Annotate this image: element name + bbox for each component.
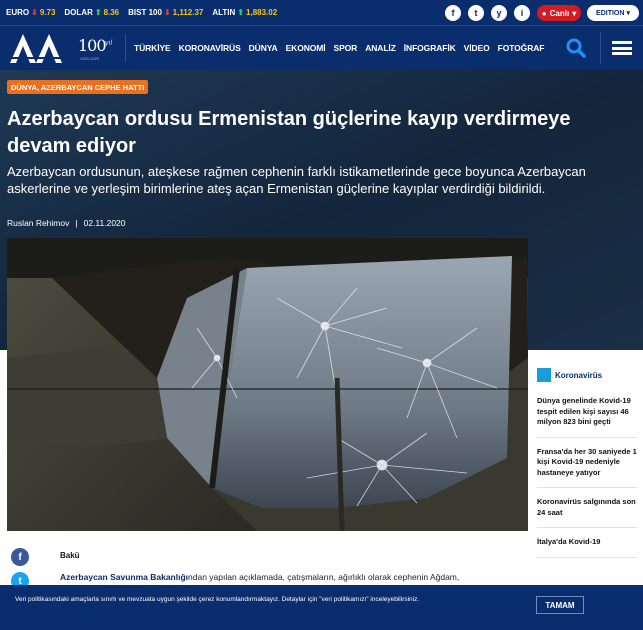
cookie-accept-button[interactable]: TAMAM (536, 596, 584, 614)
share-facebook-icon[interactable]: f (11, 548, 29, 566)
related-news-sidebar: Koronavirüs Dünya genelinde Kovid-19 tes… (537, 368, 637, 567)
article-headline: Azerbaycan ordusu Ermenistan güçlerine k… (7, 108, 571, 157)
sidebar-news-item[interactable]: Koronavirüs salgınında son 24 saat (537, 497, 637, 528)
sidebar-news-item[interactable]: İtalya'da Kovid-19 (537, 537, 637, 558)
ticker-bist100[interactable]: BIST 100 ⬇ 1,112.37 (128, 8, 203, 17)
arrow-up-icon: ⬆ (237, 8, 245, 17)
live-label: Canlı (549, 8, 570, 18)
ticker-value: 1,883.02 (246, 8, 278, 17)
nav-item-ekonomi[interactable]: EKONOMİ (286, 43, 326, 53)
ticker-label: ALTIN (212, 8, 236, 17)
anniversary-suffix: yıl (105, 40, 112, 47)
ticker-label: DOLAR (64, 8, 93, 17)
anniversary-years: 1920-2020 (80, 56, 100, 61)
arrow-down-icon: ⬇ (163, 8, 171, 17)
article-summary: Azerbaycan ordusunun, ateşkese rağmen ce… (7, 164, 586, 196)
body-paragraph: ndan yapılan açıklamada, çatışmaların, a… (188, 572, 460, 582)
youtube-icon[interactable]: y (491, 5, 507, 21)
sidebar-header[interactable]: Koronavirüs (537, 368, 637, 382)
article-byline: Ruslan Rehimov | 02.11.2020 (7, 218, 126, 228)
sidebar-news-item[interactable]: Dünya genelinde Kovid-19 tespit edilen k… (537, 396, 637, 438)
twitter-icon[interactable]: t (468, 5, 484, 21)
edition-label: EDITION (596, 9, 625, 17)
article-body: Azerbaycan Savunma Bakanlığından yapılan… (60, 572, 528, 582)
nav-item-dunya[interactable]: DÜNYA (249, 43, 278, 53)
nav-menu: TÜRKİYE KORONAVİRÜS DÜNYA EKONOMİ SPOR A… (134, 26, 552, 70)
cookie-consent-bar: Veri politikasındaki amaçlarla sınırlı v… (0, 585, 643, 630)
ticker-label: BIST 100 (128, 8, 162, 17)
ticker-dolar[interactable]: DOLAR ⬆ 8.36 (64, 8, 119, 17)
ticker-value: 9.73 (39, 8, 56, 17)
ticker-label: EURO (6, 8, 30, 17)
publish-date: 02.11.2020 (83, 218, 126, 228)
instagram-icon[interactable]: i (514, 5, 530, 21)
ticker-value: 8.36 (103, 8, 120, 17)
live-button[interactable]: ● Canlı ▾ (537, 5, 581, 21)
nav-item-infografik[interactable]: İNFOGRAFİK (404, 43, 456, 53)
aa-logo-icon[interactable] (6, 31, 70, 65)
nav-item-video[interactable]: VİDEO (464, 43, 490, 53)
nav-item-turkiye[interactable]: TÜRKİYE (134, 43, 171, 53)
arrow-down-icon: ⬇ (31, 8, 38, 17)
bookmark-icon (537, 368, 551, 382)
nav-item-spor[interactable]: SPOR (334, 43, 358, 53)
main-nav: 100 yıl 1920-2020 TÜRKİYE KORONAVİRÜS DÜ… (0, 26, 643, 70)
cookie-text: Veri politikasındaki amaçlarla sınırlı v… (15, 596, 420, 603)
nav-item-analiz[interactable]: ANALİZ (365, 43, 396, 53)
author-name[interactable]: Ruslan Rehimov (7, 218, 69, 228)
nav-item-fotograf[interactable]: FOTOĞRAF (498, 43, 545, 53)
edition-select[interactable]: EDITION ▾ (587, 5, 639, 21)
arrow-up-icon: ⬆ (94, 8, 102, 17)
nav-item-koronavirus[interactable]: KORONAVİRÜS (179, 43, 241, 53)
hamburger-menu-icon[interactable] (612, 41, 632, 55)
chevron-down-icon: ▾ (572, 8, 577, 18)
article-photo[interactable] (7, 238, 528, 531)
nav-divider (600, 32, 601, 64)
chevron-down-icon: ▾ (626, 10, 630, 17)
live-dot-icon: ● (541, 8, 547, 18)
ticker-value: 1,112.37 (172, 8, 204, 17)
sidebar-news-item[interactable]: Fransa'da her 30 saniyede 1 kişi Kovid-1… (537, 447, 637, 488)
search-icon[interactable] (566, 38, 586, 58)
article-dateline: Bakü (60, 551, 80, 560)
byline-separator: | (75, 218, 78, 228)
nav-divider (125, 34, 126, 62)
ticker-altin[interactable]: ALTIN ⬆ 1,883.02 (212, 8, 277, 17)
body-link[interactable]: Azerbaycan Savunma Bakanlığı (60, 572, 188, 582)
article-category-badge[interactable]: DÜNYA, AZERBAYCAN CEPHE HATTI (7, 80, 149, 94)
damaged-vehicle-image (7, 238, 528, 531)
ticker-euro[interactable]: EURO ⬇ 9.73 (6, 8, 55, 17)
sidebar-title: Koronavirüs (555, 370, 603, 380)
anniversary-number: 100 (78, 36, 107, 55)
facebook-icon[interactable]: f (445, 5, 461, 21)
